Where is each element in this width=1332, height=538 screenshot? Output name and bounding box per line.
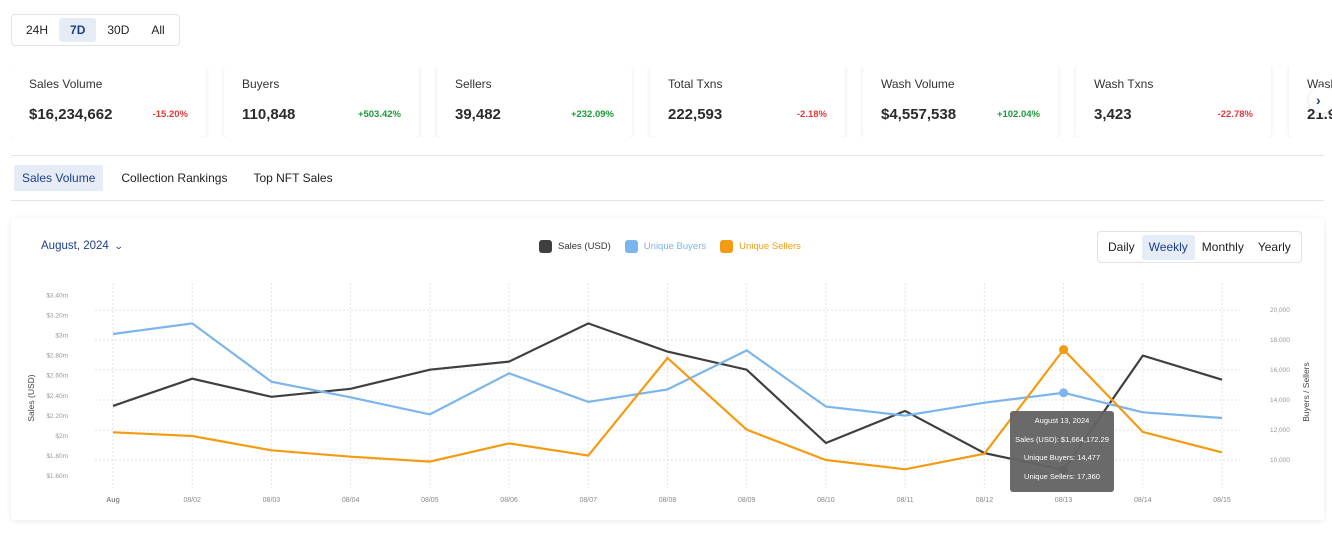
period-tab-monthly[interactable]: Monthly (1195, 235, 1251, 260)
stat-card-total-txns: Total Txns 222,593 -2.18% (650, 65, 845, 137)
period-tab-weekly[interactable]: Weekly (1141, 234, 1195, 260)
legend-label: Unique Buyers (643, 241, 707, 252)
tab-sales-volume[interactable]: Sales Volume (14, 165, 104, 191)
stat-card-wash-volume: Wash Volume $4,557,538 +102.04% (863, 65, 1058, 137)
month-picker-label: August, 2024 (41, 240, 109, 252)
carousel-next-button[interactable]: › (1309, 87, 1332, 113)
stat-card-sales-volume: Sales Volume $16,234,662 -15.20% (11, 65, 206, 137)
legend-swatch (624, 240, 638, 253)
month-picker[interactable]: August, 2024 ⌄ (41, 240, 124, 252)
chevron-down-icon: ⌄ (113, 240, 124, 251)
chevron-right-icon: › (1316, 92, 1321, 108)
legend-label: Sales (USD) (558, 241, 611, 252)
period-tab-yearly[interactable]: Yearly (1251, 235, 1298, 260)
stats-carousel: Sales Volume $16,234,662 -15.20% Buyers … (11, 65, 1332, 137)
stat-value: 222,593 (668, 106, 723, 123)
legend-swatch (539, 240, 552, 253)
stat-value: 39,482 (455, 106, 501, 123)
stat-change: +232.09% (570, 109, 614, 120)
range-tab-all[interactable]: All (140, 18, 175, 42)
legend-label: Unique Sellers (739, 241, 801, 252)
time-range-tabs: 24H 7D 30D All (11, 14, 180, 46)
stat-value: 3,423 (1094, 106, 1132, 123)
stat-label: Wash Txns (1094, 77, 1154, 91)
range-tab-7d[interactable]: 7D (59, 18, 97, 42)
stat-value: $16,234,662 (29, 106, 113, 123)
stat-label: Total Txns (668, 77, 723, 91)
chart-legend: Sales (USD) Unique Buyers Unique Sellers (539, 240, 815, 253)
tooltip-sellers: Unique Sellers: 17,360 (1024, 471, 1100, 481)
stat-change: -15.20% (152, 109, 188, 120)
stat-change: -2.18% (796, 109, 827, 120)
legend-item-buyers[interactable]: Unique Buyers (624, 240, 707, 253)
chart-card (11, 218, 1324, 520)
chart-tooltip: August 13, 2024 Sales (USD): $1,664,172.… (1010, 411, 1114, 492)
stat-label: Wash Volume (881, 77, 955, 91)
legend-item-sales[interactable]: Sales (USD) (539, 240, 611, 253)
stat-card-wash-txns: Wash Txns 3,423 -22.78% (1076, 65, 1271, 137)
divider (11, 200, 1324, 201)
stat-label: Sellers (455, 77, 492, 91)
range-tab-30d[interactable]: 30D (96, 18, 140, 42)
divider (11, 155, 1324, 156)
stat-change: +503.42% (357, 109, 401, 120)
stat-change: +102.04% (996, 109, 1040, 120)
stat-card-sellers: Sellers 39,482 +232.09% (437, 65, 632, 137)
tooltip-date: August 13, 2024 (1034, 416, 1090, 425)
tooltip-sales: Sales (USD): $1,664,172.29 (1015, 434, 1109, 444)
period-tab-daily[interactable]: Daily (1101, 235, 1142, 260)
stat-change: -22.78% (1217, 109, 1253, 120)
tooltip-buyers: Unique Buyers: 14,477 (1023, 453, 1101, 462)
stat-label: Buyers (242, 77, 280, 91)
stat-label: Sales Volume (29, 77, 103, 91)
stat-card-buyers: Buyers 110,848 +503.42% (224, 65, 419, 137)
tab-collection-rankings[interactable]: Collection Rankings (113, 165, 235, 191)
section-tabs: Sales Volume Collection Rankings Top NFT… (14, 165, 341, 191)
stat-value: $4,557,538 (881, 106, 957, 123)
legend-swatch (720, 240, 734, 253)
period-tabs: Daily Weekly Monthly Yearly (1097, 231, 1302, 263)
range-tab-24h[interactable]: 24H (15, 18, 59, 42)
legend-item-sellers[interactable]: Unique Sellers (720, 240, 801, 253)
stat-value: 110,848 (242, 106, 296, 123)
tab-top-nft-sales[interactable]: Top NFT Sales (245, 165, 340, 191)
